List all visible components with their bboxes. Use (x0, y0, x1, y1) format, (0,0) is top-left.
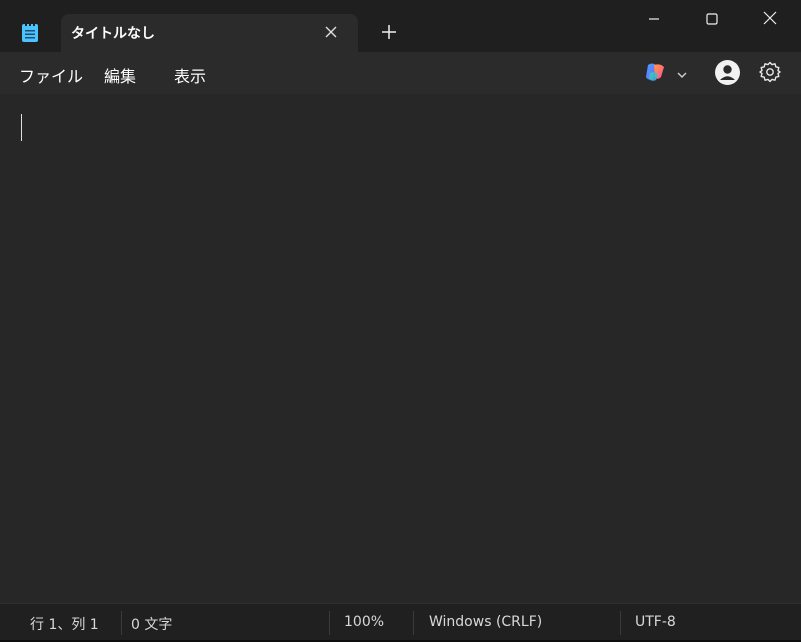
tab-close-icon[interactable] (323, 24, 339, 40)
status-bar: 行 1、列 1 0 文字 100% Windows (CRLF) UTF-8 (0, 603, 801, 641)
notepad-window: タイトルなし ファイル 編集 表示 行 1、列 1 0 文字 100% Wind… (0, 0, 801, 642)
new-tab-plus-icon[interactable] (380, 23, 398, 41)
cursor-position: 行 1、列 1 (30, 617, 99, 633)
title-bar: タイトルなし (0, 0, 801, 52)
minimize-button[interactable] (625, 0, 683, 38)
copilot-icon[interactable] (644, 61, 666, 83)
notepad-icon (21, 22, 39, 42)
line-ending[interactable]: Windows (CRLF) (429, 614, 542, 630)
menu-view[interactable]: 表示 (174, 63, 206, 87)
chevron-down-icon[interactable] (676, 66, 688, 78)
status-divider (329, 611, 330, 635)
encoding[interactable]: UTF-8 (635, 614, 676, 630)
text-caret (21, 114, 22, 141)
minimize-icon (648, 10, 660, 29)
status-divider (620, 611, 621, 635)
maximize-button[interactable] (683, 0, 741, 38)
character-count: 0 文字 (131, 617, 173, 633)
close-icon (763, 10, 777, 29)
menu-edit[interactable]: 編集 (104, 63, 136, 87)
text-editor[interactable] (0, 94, 801, 603)
tab-title: タイトルなし (71, 26, 155, 42)
menu-bar: ファイル 編集 表示 (0, 52, 801, 94)
maximize-icon (706, 10, 718, 29)
tab-untitled[interactable]: タイトルなし (61, 14, 358, 52)
status-divider (121, 611, 122, 635)
zoom-level[interactable]: 100% (344, 614, 384, 630)
gear-icon[interactable] (759, 61, 781, 83)
close-window-button[interactable] (741, 0, 799, 38)
menu-file[interactable]: ファイル (19, 63, 83, 87)
status-divider (413, 611, 414, 635)
account-icon[interactable] (715, 60, 740, 85)
